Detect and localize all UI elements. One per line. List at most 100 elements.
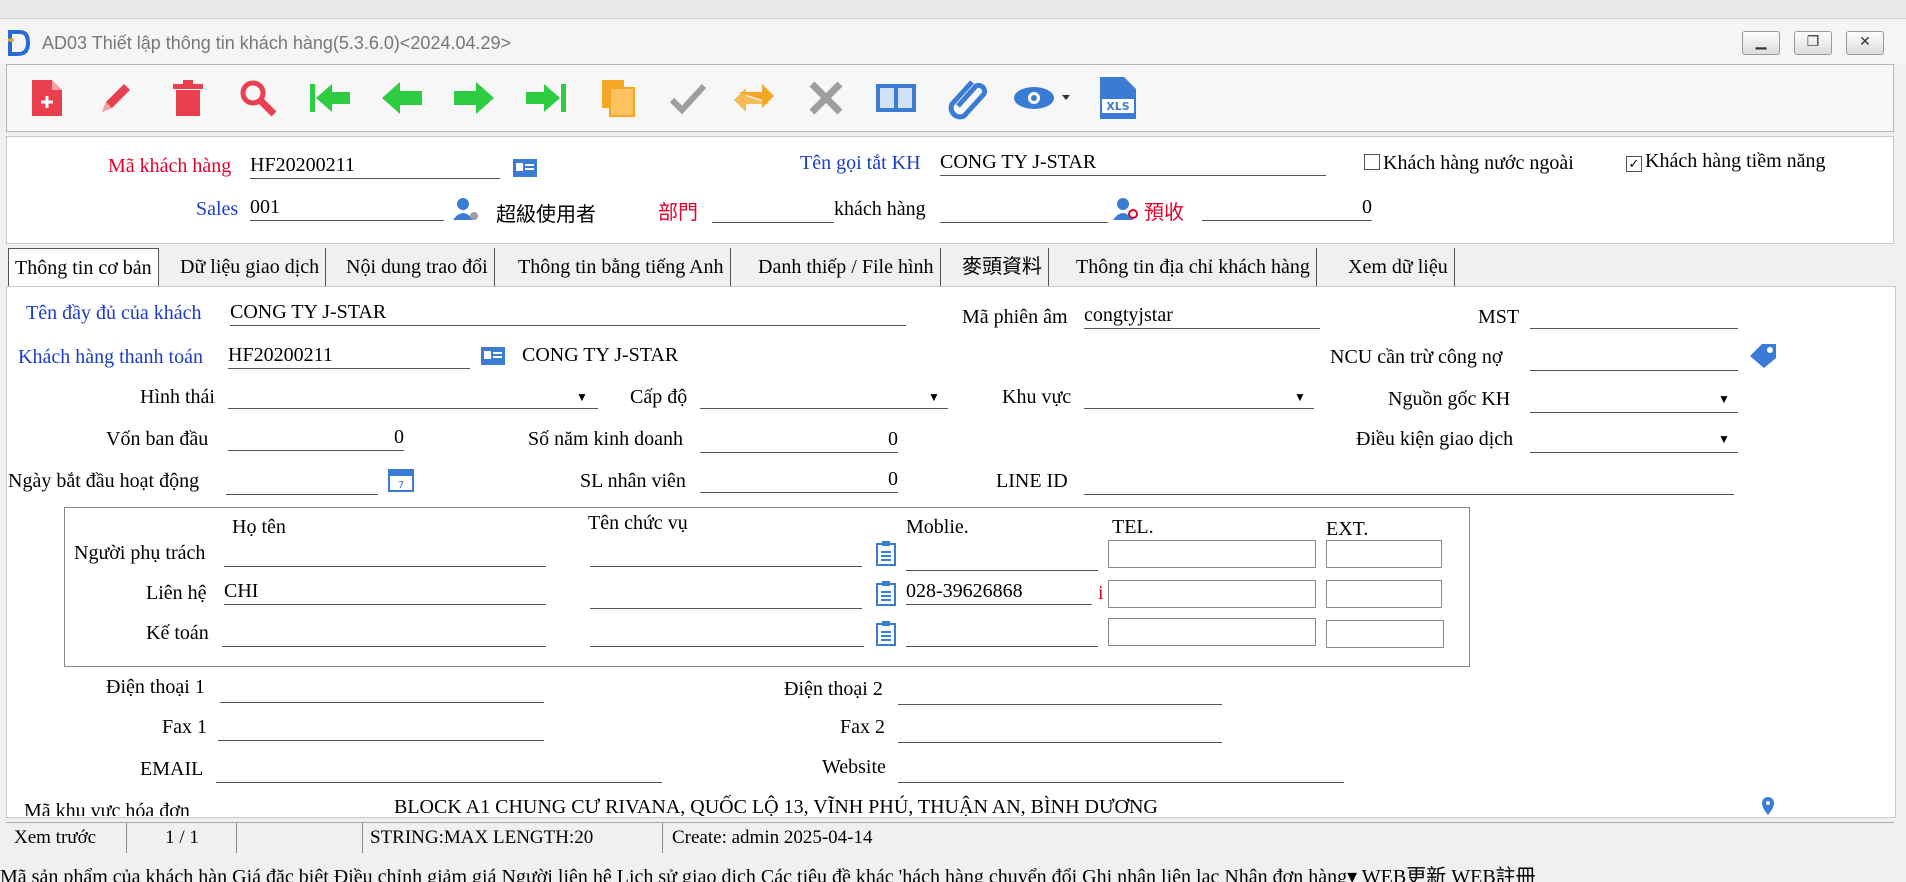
clipboard-icon[interactable] [876, 620, 896, 652]
tab-transaction-data[interactable]: Dữ liệu giao dịch [174, 248, 327, 286]
sales-name: 超級使用者 [496, 204, 596, 226]
refresh-icon[interactable] [732, 76, 776, 120]
previous-icon[interactable] [380, 76, 424, 120]
tab-english-info[interactable]: Thông tin bằng tiếng Anh [512, 248, 731, 286]
tab-shipping-marks[interactable]: 麥頭資料 [956, 248, 1049, 286]
contacts-header-tel: TEL. [1112, 516, 1154, 538]
full-name-field[interactable]: CONG TY J-STAR [230, 301, 906, 326]
chevron-down-icon[interactable]: ▼ [1718, 392, 1730, 407]
status-blank [246, 823, 363, 853]
fax1-field[interactable] [218, 716, 544, 741]
offset-supplier-field[interactable] [1530, 346, 1738, 371]
clipboard-icon[interactable] [876, 580, 896, 612]
pencil-icon[interactable] [94, 76, 138, 120]
level-select[interactable] [700, 384, 948, 409]
tab-view-data[interactable]: Xem dữ liệu [1342, 248, 1455, 286]
contact-mobile-field[interactable]: 028-39626868 [906, 580, 1092, 605]
close-icon[interactable]: ✕ [1846, 31, 1884, 55]
chevron-down-icon[interactable]: ▼ [928, 390, 940, 405]
eye-icon[interactable] [1012, 76, 1082, 120]
email-field[interactable] [216, 758, 662, 783]
tax-id-field[interactable] [1530, 304, 1738, 329]
cancel-icon[interactable] [804, 76, 848, 120]
address-field[interactable]: BLOCK A1 CHUNG CƯ RIVANA, QUỐC LỘ 13, VĨ… [394, 796, 1158, 816]
contact-ext-field[interactable] [1326, 620, 1444, 648]
start-date-field[interactable] [226, 470, 378, 495]
new-file-icon[interactable] [24, 76, 68, 120]
contact-name-field[interactable] [222, 622, 546, 647]
contact-tel-field[interactable] [1108, 618, 1316, 646]
tab-exchange-content[interactable]: Nội dung trao đổi [340, 248, 495, 286]
potential-customer-checkbox[interactable]: ✓ Khách hàng tiềm năng [1626, 150, 1826, 173]
contact-name-field[interactable] [224, 542, 546, 567]
phone2-label: Điện thoại 2 [784, 678, 883, 700]
check-icon[interactable] [666, 76, 710, 120]
source-label: Nguồn gốc KH [1388, 388, 1511, 410]
user-lookup-icon[interactable] [452, 196, 480, 228]
chevron-down-icon[interactable]: ▼ [576, 390, 588, 405]
contact-tel-field[interactable] [1108, 540, 1316, 568]
tab-address-info[interactable]: Thông tin địa chỉ khách hàng [1070, 248, 1317, 286]
line-id-field[interactable] [1084, 470, 1734, 495]
customer-code-label: Mã khách hàng [108, 155, 232, 177]
copy-icon[interactable] [596, 76, 640, 120]
status-created: Create: admin 2025-04-14 [672, 827, 873, 848]
contact-name-field[interactable]: CHI [224, 580, 546, 605]
calendar-icon[interactable]: 7 [388, 466, 414, 498]
paperclip-icon[interactable] [946, 76, 990, 120]
user-search-icon[interactable] [1112, 196, 1140, 228]
phone2-field[interactable] [898, 680, 1222, 705]
phone1-field[interactable] [220, 678, 544, 703]
region-select[interactable] [1084, 384, 1314, 409]
trash-icon[interactable] [166, 76, 210, 120]
years-field[interactable]: 0 [700, 428, 898, 453]
contact-tel-field[interactable] [1108, 580, 1316, 608]
book-icon[interactable] [874, 76, 918, 120]
customer-code-field[interactable]: HF20200211 [250, 154, 500, 179]
svg-text:7: 7 [398, 480, 404, 491]
contact-mobile-field[interactable] [906, 546, 1098, 571]
chevron-down-icon[interactable]: ▼ [1718, 432, 1730, 447]
map-pin-icon[interactable] [1760, 796, 1776, 816]
tag-icon[interactable] [1748, 342, 1778, 374]
contact-mobile-field[interactable] [906, 622, 1098, 647]
next-icon[interactable] [452, 76, 496, 120]
contact-title-field[interactable] [590, 542, 862, 567]
search-icon[interactable] [236, 76, 280, 120]
billing-customer-code-field[interactable]: HF20200211 [228, 344, 470, 369]
restore-icon[interactable]: ❐ [1794, 31, 1832, 55]
tab-basic-info[interactable]: Thông tin cơ bản [8, 248, 159, 287]
short-name-field[interactable]: CONG TY J-STAR [940, 151, 1326, 176]
phonetic-field[interactable]: congtyjstar [1084, 304, 1320, 329]
prepaid-field[interactable]: 0 [1202, 196, 1372, 221]
trade-terms-select[interactable] [1530, 428, 1738, 453]
contact-ext-field[interactable] [1326, 580, 1442, 608]
contacts-header-name: Họ tên [232, 516, 286, 538]
employees-field[interactable]: 0 [700, 468, 898, 493]
contact-title-field[interactable] [590, 584, 862, 609]
contact-ext-field[interactable] [1326, 540, 1442, 568]
address-row: Mã khu vực hóa đơn BLOCK A1 CHUNG CƯ RIV… [6, 794, 1894, 816]
source-select[interactable] [1530, 388, 1738, 413]
clipboard-icon[interactable] [876, 540, 896, 572]
foreign-customer-checkbox[interactable]: Khách hàng nước ngoài [1364, 152, 1574, 175]
department-field[interactable] [712, 198, 834, 223]
chevron-down-icon[interactable]: ▼ [1294, 390, 1306, 405]
xls-icon[interactable]: XLS [1096, 76, 1140, 120]
contact-title-field[interactable] [590, 622, 864, 647]
capital-field[interactable]: 0 [228, 426, 404, 451]
app-logo-icon [6, 30, 31, 56]
form-select[interactable] [228, 384, 598, 409]
customer-type-field[interactable] [940, 198, 1108, 223]
contact-card-icon[interactable] [512, 158, 538, 184]
sales-code-field[interactable]: 001 [250, 196, 444, 221]
first-record-icon[interactable] [308, 76, 352, 120]
bottom-tab-strip[interactable]: Mã sản phẩm của khách hàn Giá đặc biệt Đ… [0, 860, 1906, 882]
fax2-field[interactable] [898, 718, 1222, 743]
minimize-icon[interactable]: ▁ [1742, 31, 1780, 55]
website-field[interactable] [898, 758, 1344, 783]
customer-type-label: khách hàng [834, 198, 926, 220]
tab-business-card[interactable]: Danh thiếp / File hình [752, 248, 941, 286]
contact-card-icon[interactable] [480, 346, 506, 372]
last-record-icon[interactable] [524, 76, 568, 120]
